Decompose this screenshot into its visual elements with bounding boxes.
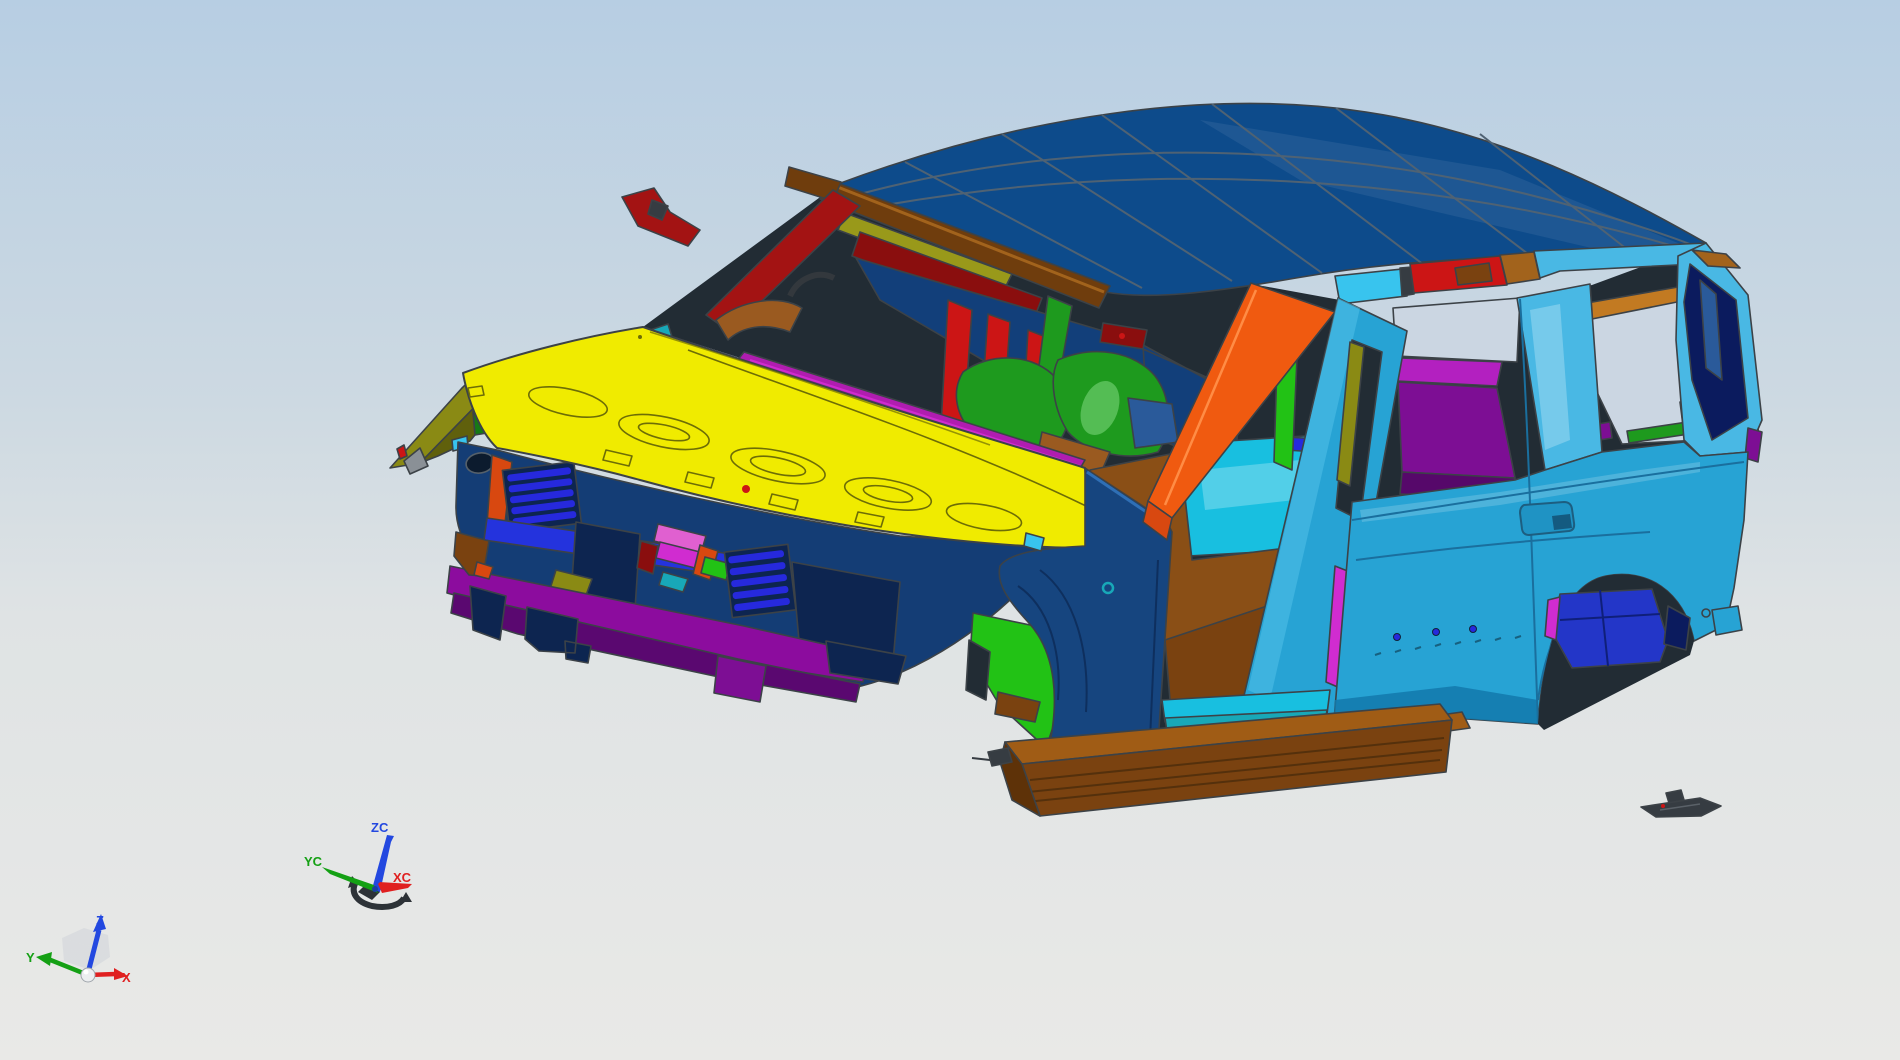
wcs-cube bbox=[62, 928, 110, 970]
tail-bottom-tab[interactable] bbox=[1711, 605, 1743, 636]
rail-red-sliver bbox=[396, 444, 408, 460]
wcs-triad[interactable]: Z Y X bbox=[26, 913, 131, 985]
cad-viewport[interactable]: Z Y X ZC YC XC bbox=[0, 0, 1900, 1060]
origin-sphere-highlight bbox=[83, 969, 89, 975]
hood-red-dot bbox=[742, 485, 750, 493]
latch-dot bbox=[1119, 333, 1125, 339]
y-axis-arrowhead bbox=[36, 952, 52, 966]
wheelhouse-box-blue[interactable] bbox=[1551, 588, 1669, 669]
cantrail-cyan-strip[interactable] bbox=[1334, 268, 1408, 305]
vehicle-model bbox=[389, 102, 1763, 818]
hood-bolt bbox=[638, 335, 642, 339]
wcs-z-label: Z bbox=[96, 913, 104, 928]
rear-wheelhouse bbox=[1538, 574, 1694, 730]
wcs-y-label: Y bbox=[26, 950, 35, 965]
model-canvas[interactable]: Z Y X ZC YC XC bbox=[0, 0, 1900, 1060]
csys-yc-label: YC bbox=[304, 854, 323, 869]
front-navy-tab[interactable] bbox=[469, 585, 507, 641]
dynamic-csys-triad[interactable]: ZC YC XC bbox=[304, 820, 412, 910]
csys-xc-label: XC bbox=[393, 870, 412, 885]
debris-parts bbox=[1640, 789, 1722, 818]
steel-blue-brace[interactable] bbox=[1127, 397, 1179, 449]
yc-axis-cone[interactable] bbox=[322, 867, 378, 893]
wcs-x-label: X bbox=[122, 970, 131, 985]
csys-origin-dot bbox=[372, 886, 378, 892]
board-bracket bbox=[987, 747, 1013, 767]
rear-quarter-trim-purple[interactable] bbox=[1397, 381, 1516, 479]
rear-door-window-through bbox=[1392, 297, 1521, 363]
cantrail-tan-strip[interactable] bbox=[1499, 251, 1541, 285]
board-antenna bbox=[971, 757, 991, 761]
origin-sphere[interactable] bbox=[80, 967, 96, 983]
part-red-dot bbox=[1661, 804, 1665, 808]
filler-dark-blob bbox=[1552, 514, 1572, 530]
csys-zc-label: ZC bbox=[371, 820, 389, 835]
grille-slats-right bbox=[723, 543, 797, 619]
rear-trim-rail-purple[interactable] bbox=[1395, 357, 1503, 387]
